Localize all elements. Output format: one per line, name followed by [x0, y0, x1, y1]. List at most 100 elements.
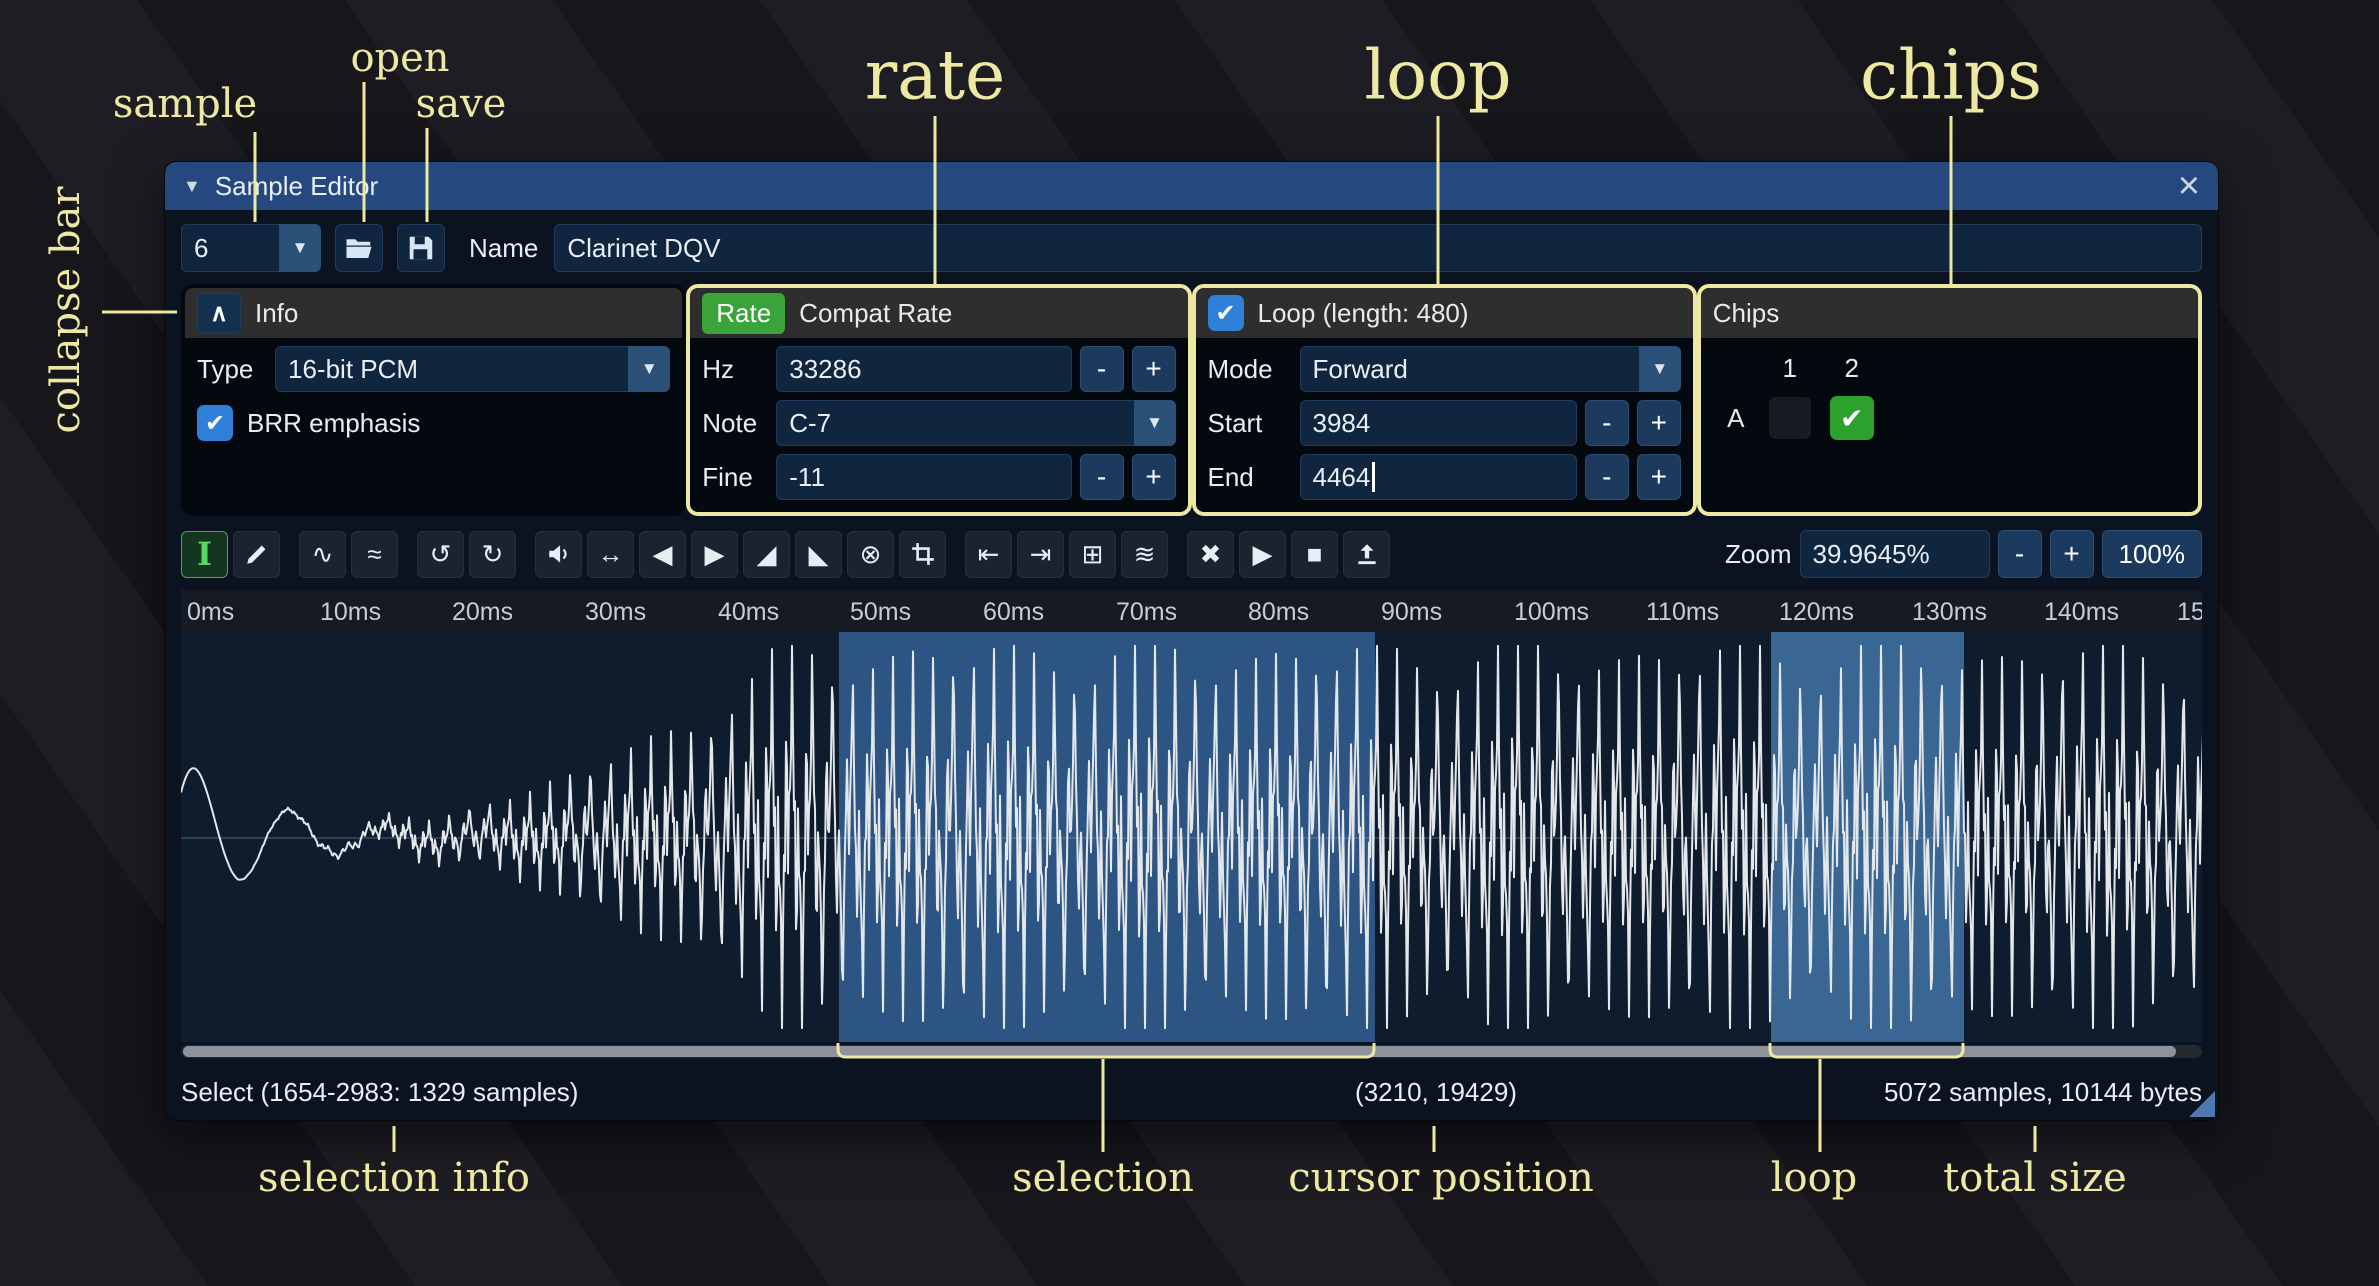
info-header-label: Info [255, 298, 298, 329]
speaker-icon [546, 541, 572, 567]
ruler-label: 10ms [320, 598, 381, 627]
chip-a2-checkbox[interactable]: ✔ [1830, 396, 1874, 440]
resample-button[interactable]: ≈ [351, 531, 398, 578]
ruler-label: 60ms [983, 598, 1044, 627]
ruler-label: 150 [2177, 598, 2202, 627]
trim-button[interactable] [899, 531, 946, 578]
resize-grip[interactable] [2189, 1091, 2215, 1117]
redo-button[interactable]: ↻ [469, 531, 516, 578]
filter-wave-icon: ≋ [1134, 539, 1156, 570]
upload-button[interactable] [1343, 531, 1390, 578]
chip-a1-checkbox[interactable] [1768, 396, 1812, 440]
ruler-label: 30ms [585, 598, 646, 627]
close-icon[interactable]: × [2178, 167, 2200, 205]
loop-header: ✔ Loop (length: 480) [1196, 288, 1693, 338]
loop-end-plus-button[interactable]: + [1637, 454, 1681, 500]
chevron-down-icon[interactable]: ▼ [1639, 346, 1681, 392]
name-label: Name [469, 233, 538, 264]
note-label: Note [702, 408, 776, 439]
fine-minus-button[interactable]: - [1080, 454, 1124, 500]
loop-end-minus-button[interactable]: - [1585, 454, 1629, 500]
amplify-button[interactable] [535, 531, 582, 578]
ruler-label: 100ms [1514, 598, 1589, 627]
collapse-info-button[interactable]: ∧ [197, 293, 241, 333]
chevron-down-icon[interactable]: ▼ [628, 346, 670, 392]
zoom-in-button[interactable]: + [2050, 530, 2094, 578]
crop-icon [910, 541, 936, 567]
rate-badge-button[interactable]: Rate [702, 293, 785, 334]
ruler-label: 130ms [1912, 598, 1987, 627]
sample-row: 6 ▼ Name Clarinet DQV [181, 224, 2202, 272]
triangle-left-icon: ◀ [653, 539, 673, 570]
loop-start-plus-button[interactable]: + [1637, 400, 1681, 446]
resize-button[interactable]: ∿ [299, 531, 346, 578]
shift-back-button[interactable]: ⇤ [965, 531, 1012, 578]
edit-mode-button[interactable]: I [181, 531, 228, 578]
loop-end-value: 4464 [1313, 462, 1371, 493]
loop-mode-select[interactable]: Forward ▼ [1300, 346, 1681, 392]
annotation-selection-info: selection info [258, 1155, 530, 1201]
redo-icon: ↻ [482, 539, 504, 570]
shift-forward-button[interactable]: ⇥ [1017, 531, 1064, 578]
loop-section: ✔ Loop (length: 480) Mode Forward ▼ [1192, 284, 1697, 516]
sample-number-value: 6 [181, 224, 279, 272]
loop-end-input[interactable]: 4464 [1300, 454, 1577, 500]
info-header: ∧ Info [185, 288, 682, 338]
loop-mode-value: Forward [1300, 346, 1639, 392]
zoom-out-button[interactable]: - [1998, 530, 2042, 578]
waveform-display[interactable] [181, 632, 2202, 1042]
draw-mode-button[interactable] [233, 531, 280, 578]
scrollbar-thumb[interactable] [183, 1046, 2176, 1057]
loop-enable-checkbox[interactable]: ✔ [1208, 295, 1244, 331]
insert-silence-button[interactable]: ⊞ [1069, 531, 1116, 578]
check-icon: ✔ [1840, 402, 1863, 435]
waveform-scrollbar[interactable] [181, 1045, 2202, 1058]
zoom-reset-button[interactable]: 100% [2102, 530, 2203, 578]
annotation-cursor-position: cursor position [1288, 1155, 1593, 1201]
loop-header-label: Loop (length: 480) [1258, 298, 1469, 329]
zoom-input[interactable]: 39.9645% [1800, 530, 1990, 578]
undo-button[interactable]: ↺ [417, 531, 464, 578]
hz-input[interactable]: 33286 [776, 346, 1071, 392]
annotation-rate: rate [865, 37, 1006, 116]
loop-start-minus-button[interactable]: - [1585, 400, 1629, 446]
filter-button[interactable]: ≋ [1121, 531, 1168, 578]
fine-plus-button[interactable]: + [1132, 454, 1176, 500]
crossfade-button[interactable]: ✖ [1187, 531, 1234, 578]
status-bar: Select (1654-2983: 1329 samples) (3210, … [181, 1068, 2202, 1114]
hz-value: 33286 [789, 354, 861, 385]
titlebar[interactable]: ▼ Sample Editor × [165, 162, 2218, 210]
stop-preview-button[interactable]: ■ [1291, 531, 1338, 578]
annotation-total-size: total size [1943, 1155, 2127, 1201]
annotation-collapse-bar: collapse bar [43, 186, 89, 433]
note-select[interactable]: C-7 ▼ [776, 400, 1175, 446]
hz-minus-button[interactable]: - [1080, 346, 1124, 392]
annotation-selection: selection [1012, 1155, 1194, 1201]
apply-silence-button[interactable]: ⊗ [847, 531, 894, 578]
arrow-to-right-icon: ⇥ [1030, 539, 1052, 570]
fine-input[interactable]: -11 [776, 454, 1071, 500]
hz-plus-button[interactable]: + [1132, 346, 1176, 392]
chips-col-2-label: 2 [1845, 353, 1859, 384]
normalize-button[interactable]: ↔ [587, 531, 634, 578]
fade-out-button[interactable]: ◣ [795, 531, 842, 578]
ruler-label: 40ms [718, 598, 779, 627]
sample-number-select[interactable]: 6 ▼ [181, 224, 321, 272]
chevron-down-icon[interactable]: ▼ [279, 224, 321, 272]
invert-button[interactable]: ▶ [691, 531, 738, 578]
save-button[interactable] [397, 224, 445, 272]
type-select[interactable]: 16-bit PCM ▼ [275, 346, 670, 392]
brr-emphasis-checkbox[interactable]: ✔ [197, 405, 233, 441]
fade-in-button[interactable]: ◢ [743, 531, 790, 578]
preview-button[interactable]: ▶ [1239, 531, 1286, 578]
fine-value: -11 [789, 462, 825, 493]
reverse-button[interactable]: ◀ [639, 531, 686, 578]
open-button[interactable] [335, 224, 383, 272]
text-caret [1372, 462, 1375, 492]
sections-row: ∧ Info Type 16-bit PCM ▼ [181, 284, 2202, 516]
annotation-sample: sample [113, 81, 257, 127]
chevron-down-icon[interactable]: ▼ [1134, 400, 1176, 446]
name-input[interactable]: Clarinet DQV [554, 224, 2202, 272]
loop-start-input[interactable]: 3984 [1300, 400, 1577, 446]
window-collapse-icon[interactable]: ▼ [183, 176, 201, 197]
